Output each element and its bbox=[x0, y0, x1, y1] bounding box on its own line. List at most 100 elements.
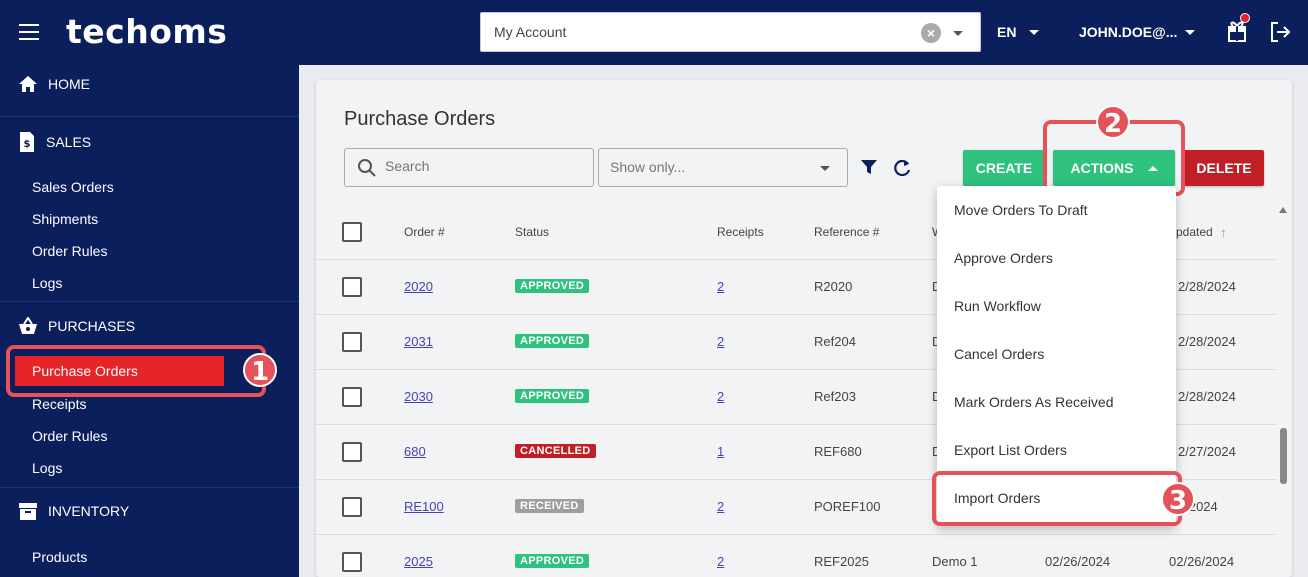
receipts-link[interactable]: 2 bbox=[717, 499, 724, 514]
receipts-link[interactable]: 2 bbox=[717, 334, 724, 349]
order-link[interactable]: 2025 bbox=[404, 554, 433, 569]
delete-button-label: DELETE bbox=[1196, 160, 1252, 176]
search-input[interactable] bbox=[385, 158, 575, 174]
table-row[interactable]: 2025 APPROVED 2 REF2025 Demo 1 02/26/2024 02/2… bbox=[316, 535, 1276, 577]
clear-icon[interactable]: × bbox=[921, 23, 941, 43]
sidebar: HOME $ SALES Sales Orders Shipments Orde… bbox=[0, 65, 299, 577]
sidebar-item-logs[interactable]: Logs bbox=[32, 275, 62, 291]
order-link[interactable]: 2031 bbox=[404, 334, 433, 349]
order-link[interactable]: 2030 bbox=[404, 389, 433, 404]
column-header[interactable]: Receipts bbox=[717, 225, 764, 239]
filter-icon[interactable] bbox=[860, 158, 878, 176]
user-menu[interactable]: JOHN.DOE@... bbox=[1079, 24, 1177, 40]
delete-button[interactable]: DELETE bbox=[1184, 150, 1264, 186]
language-select[interactable]: EN bbox=[997, 24, 1016, 40]
order-link[interactable]: RE100 bbox=[404, 499, 444, 514]
home-icon bbox=[19, 76, 37, 92]
account-select-value: My Account bbox=[494, 24, 567, 40]
page-title: Purchase Orders bbox=[344, 108, 496, 130]
reference-cell: POREF100 bbox=[814, 499, 881, 514]
step-badge: 3 bbox=[1161, 482, 1195, 516]
logo[interactable]: techoms bbox=[66, 12, 227, 51]
chevron-down-icon[interactable] bbox=[1029, 30, 1039, 35]
receipts-link[interactable]: 1 bbox=[717, 444, 724, 459]
sidebar-item-home[interactable]: HOME bbox=[18, 75, 90, 93]
scroll-up-icon[interactable] bbox=[1279, 207, 1287, 213]
invoice-icon: $ bbox=[20, 132, 34, 152]
menu-item-cancel[interactable]: Cancel Orders bbox=[954, 346, 1044, 362]
sidebar-item-sales[interactable]: $ SALES bbox=[18, 131, 91, 153]
chevron-down-icon[interactable] bbox=[1185, 30, 1195, 35]
divider bbox=[0, 487, 299, 488]
svg-text:$: $ bbox=[24, 139, 31, 150]
column-header[interactable]: Order # bbox=[404, 225, 445, 239]
divider bbox=[0, 301, 299, 302]
sidebar-item-label: SALES bbox=[46, 134, 92, 150]
sidebar-item-label: PURCHASES bbox=[48, 318, 136, 334]
reference-cell: REF2025 bbox=[814, 554, 869, 569]
w-cell: Demo 1 bbox=[932, 554, 978, 569]
row-checkbox[interactable] bbox=[342, 442, 362, 462]
reference-cell: Ref204 bbox=[814, 334, 856, 349]
sidebar-item-inventory[interactable]: INVENTORY bbox=[18, 501, 129, 521]
row-checkbox[interactable] bbox=[342, 552, 362, 572]
receipts-link[interactable]: 2 bbox=[717, 279, 724, 294]
column-header[interactable]: Reference # bbox=[814, 225, 879, 239]
receipts-link[interactable]: 2 bbox=[717, 389, 724, 404]
sidebar-item-order-rules[interactable]: Order Rules bbox=[32, 428, 107, 444]
create-button-label: CREATE bbox=[975, 160, 1033, 176]
status-badge: RECEIVED bbox=[515, 499, 584, 513]
create-button[interactable]: CREATE bbox=[963, 150, 1045, 186]
show-only-select[interactable]: Show only... bbox=[598, 148, 848, 187]
order-link[interactable]: 2020 bbox=[404, 279, 433, 294]
sidebar-item-shipments[interactable]: Shipments bbox=[32, 211, 98, 227]
sort-arrow-icon[interactable]: ↑ bbox=[1220, 225, 1227, 240]
sidebar-item-sales-orders[interactable]: Sales Orders bbox=[32, 179, 114, 195]
menu-item-approve[interactable]: Approve Orders bbox=[954, 250, 1053, 266]
status-badge: APPROVED bbox=[515, 334, 590, 348]
archive-icon bbox=[19, 503, 37, 520]
status-badge: CANCELLED bbox=[515, 444, 596, 458]
show-only-placeholder: Show only... bbox=[610, 159, 686, 175]
step-badge: 1 bbox=[243, 353, 277, 387]
highlight-box bbox=[6, 345, 266, 397]
reference-cell: Ref203 bbox=[814, 389, 856, 404]
menu-item-export[interactable]: Export List Orders bbox=[954, 442, 1067, 458]
logout-icon[interactable] bbox=[1268, 20, 1292, 44]
sidebar-item-logs[interactable]: Logs bbox=[32, 460, 62, 476]
chevron-down-icon[interactable] bbox=[953, 31, 963, 36]
scrollbar-thumb[interactable] bbox=[1280, 428, 1287, 484]
account-select[interactable]: My Account × bbox=[480, 12, 981, 52]
chevron-down-icon[interactable] bbox=[820, 166, 830, 171]
status-badge: APPROVED bbox=[515, 389, 590, 403]
top-bar: techoms My Account × EN JOHN.DOE@... bbox=[0, 0, 1308, 65]
updated-cell: 02/26/2024 bbox=[1169, 554, 1235, 569]
column-header[interactable]: Status bbox=[515, 225, 549, 239]
menu-icon[interactable] bbox=[19, 24, 39, 40]
sidebar-item-label: INVENTORY bbox=[48, 503, 130, 519]
column-header-updated[interactable]: pdated bbox=[1176, 225, 1213, 239]
menu-item-move-to-draft[interactable]: Move Orders To Draft bbox=[954, 202, 1088, 218]
search-field[interactable] bbox=[344, 148, 594, 187]
menu-item-run-workflow[interactable]: Run Workflow bbox=[954, 298, 1041, 314]
row-checkbox[interactable] bbox=[342, 332, 362, 352]
updated-cell: 2/28/2024 bbox=[1178, 334, 1236, 349]
divider bbox=[0, 116, 299, 117]
refresh-icon[interactable] bbox=[892, 158, 912, 178]
reference-cell: R2020 bbox=[814, 279, 853, 294]
sidebar-item-order-rules[interactable]: Order Rules bbox=[32, 243, 107, 259]
select-all-checkbox[interactable] bbox=[342, 222, 362, 242]
sidebar-item-purchases[interactable]: PURCHASES bbox=[18, 317, 135, 335]
receipts-link[interactable]: 2 bbox=[717, 554, 724, 569]
row-checkbox[interactable] bbox=[342, 497, 362, 517]
menu-item-mark-received[interactable]: Mark Orders As Received bbox=[954, 394, 1114, 410]
sidebar-item-receipts[interactable]: Receipts bbox=[32, 396, 86, 412]
notification-dot bbox=[1240, 13, 1250, 23]
sidebar-item-products[interactable]: Products bbox=[32, 549, 87, 565]
gift-icon[interactable] bbox=[1226, 13, 1250, 42]
updated-cell: 2/28/2024 bbox=[1178, 389, 1236, 404]
highlight-box bbox=[932, 471, 1182, 526]
row-checkbox[interactable] bbox=[342, 387, 362, 407]
order-link[interactable]: 680 bbox=[404, 444, 426, 459]
row-checkbox[interactable] bbox=[342, 277, 362, 297]
